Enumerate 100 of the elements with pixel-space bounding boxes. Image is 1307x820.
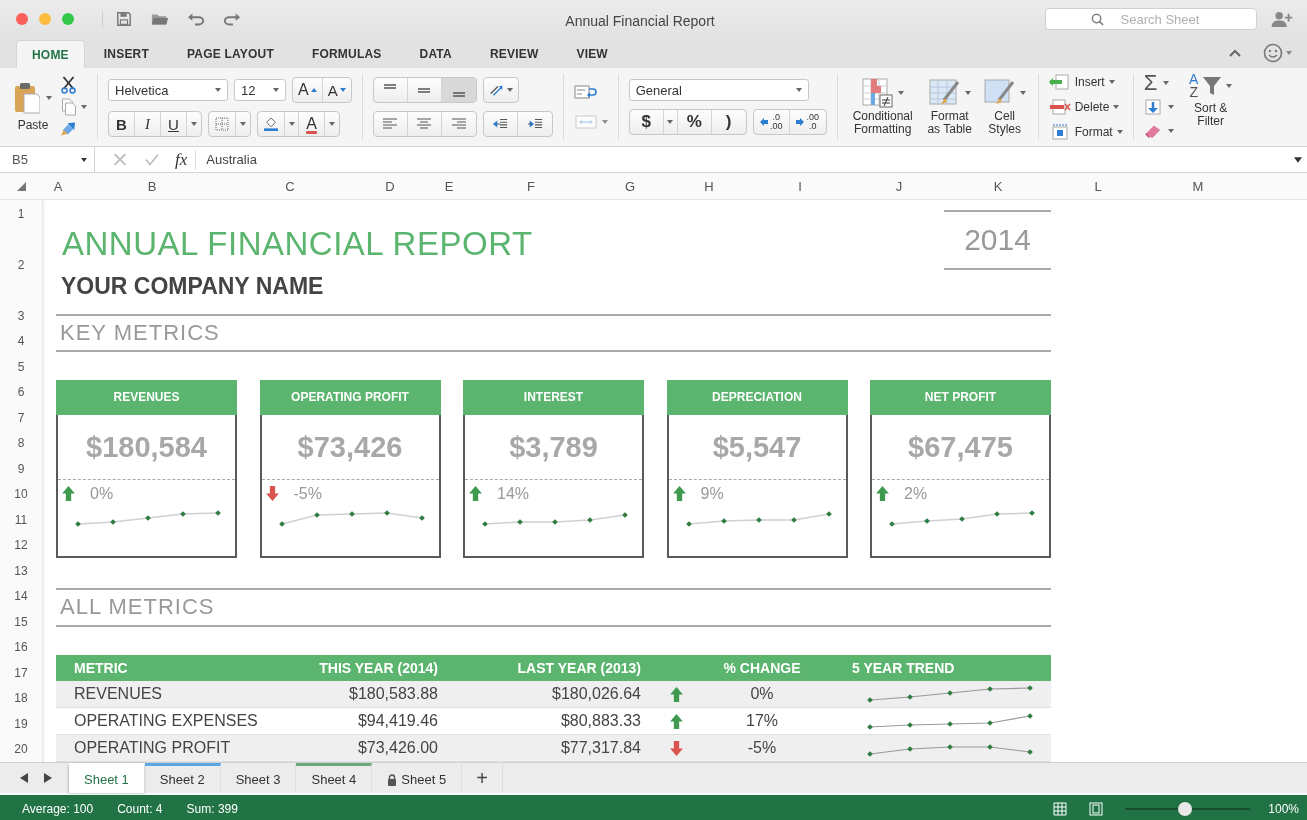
merge-cells-icon[interactable] <box>573 114 598 130</box>
add-sheet-button[interactable]: + <box>462 763 503 793</box>
ribbon-tab[interactable]: HOME <box>16 40 85 68</box>
row-number[interactable]: 3 <box>17 308 25 323</box>
card-value: $73,426 <box>261 414 439 480</box>
name-box[interactable]: B5 <box>0 146 95 173</box>
previous-sheet-icon[interactable] <box>20 773 28 783</box>
ribbon-tab[interactable]: REVIEW <box>470 40 558 68</box>
row-number[interactable]: 11 <box>14 512 28 527</box>
page-view-icon[interactable] <box>1089 801 1104 816</box>
delete-cells-icon <box>1048 99 1071 115</box>
ribbon-tab[interactable]: FORMULAS <box>292 40 401 68</box>
sort-and-filter-button[interactable]: A Z Sort & Filter <box>1187 72 1234 128</box>
cells-button[interactable]: Insert <box>1048 71 1123 93</box>
column-header[interactable]: K <box>950 178 1046 194</box>
row-number[interactable]: 17 <box>14 665 28 680</box>
column-header[interactable]: C <box>230 178 350 194</box>
shrink-font-button[interactable]: A <box>322 78 351 102</box>
column-header[interactable]: E <box>430 178 468 194</box>
row-number[interactable]: 14 <box>14 589 28 604</box>
close-button[interactable] <box>16 13 28 25</box>
ribbon-tab[interactable]: DATA <box>400 40 471 68</box>
column-header[interactable]: A <box>42 178 74 194</box>
smiley-icon[interactable] <box>1263 43 1293 63</box>
italic-button[interactable]: I <box>135 112 161 136</box>
percent-button[interactable]: % <box>677 110 712 134</box>
column-header[interactable]: H <box>666 178 752 194</box>
row-number[interactable]: 2 <box>17 258 25 272</box>
next-sheet-icon[interactable] <box>44 773 52 783</box>
decrease-decimal-button[interactable]: .00 .0 <box>789 110 826 134</box>
column-header[interactable]: F <box>468 178 594 194</box>
caret-icon[interactable] <box>1294 156 1302 163</box>
ribbon-tab[interactable]: PAGE LAYOUT <box>168 40 293 68</box>
ribbon-tab[interactable]: VIEW <box>557 40 627 68</box>
formula-input[interactable]: Australia <box>196 152 1294 167</box>
row-number[interactable]: 13 <box>14 563 28 578</box>
autosum-button[interactable]: Σ <box>1143 72 1174 94</box>
ribbon-tab[interactable]: INSERT <box>84 40 169 68</box>
cells-button[interactable]: Format <box>1048 121 1123 143</box>
report-title: ANNUAL FINANCIAL REPORT <box>61 224 533 264</box>
column-header[interactable]: G <box>594 178 666 194</box>
font-size-dropdown[interactable]: 12 <box>234 79 286 101</box>
fill-button[interactable] <box>1143 96 1174 118</box>
search-field[interactable]: Search Sheet <box>1045 8 1257 30</box>
check-icon[interactable] <box>145 153 159 166</box>
insert-function-button[interactable]: fx <box>171 149 197 170</box>
zoom-slider-thumb[interactable] <box>1178 801 1193 816</box>
cells-button[interactable]: Delete <box>1048 96 1123 118</box>
row-number[interactable]: 10 <box>14 487 28 502</box>
row-number[interactable]: 16 <box>14 640 28 655</box>
align-bottom-button[interactable] <box>441 78 476 102</box>
row-number[interactable]: 8 <box>17 436 25 451</box>
row-number[interactable]: 19 <box>14 716 28 731</box>
row-number[interactable]: 1 <box>17 206 25 221</box>
styles-button[interactable]: Cell Styles <box>981 78 1028 136</box>
save-icon[interactable] <box>115 11 133 27</box>
styles-button[interactable]: Conditional Formatting <box>847 78 918 136</box>
row-number[interactable]: 4 <box>17 334 25 349</box>
row-number[interactable]: 18 <box>14 691 28 706</box>
row-number[interactable]: 20 <box>14 742 28 757</box>
row-number[interactable]: 15 <box>14 614 28 629</box>
undo-icon[interactable] <box>187 11 205 27</box>
column-header[interactable]: I <box>752 178 848 194</box>
redo-icon[interactable] <box>223 11 241 27</box>
row-number[interactable]: 7 <box>17 410 25 425</box>
column-header[interactable]: J <box>848 178 950 194</box>
comma-style-button[interactable]: ) <box>711 110 746 134</box>
currency-button[interactable]: $ <box>629 110 664 134</box>
sheet-tab[interactable]: Sheet 5 <box>372 763 463 793</box>
column-header[interactable]: L <box>1046 178 1150 194</box>
angled-arrow-icon <box>488 83 505 97</box>
zoom-slider[interactable] <box>1125 801 1251 816</box>
styles-button[interactable]: Format as Table <box>921 78 978 136</box>
left-arrow-icon <box>759 118 768 126</box>
paste-button[interactable]: Paste <box>14 82 52 132</box>
row-number[interactable]: 9 <box>17 461 25 476</box>
chevron-up-icon[interactable] <box>1229 49 1241 57</box>
column-header[interactable]: M <box>1150 178 1246 194</box>
card-change: 14% <box>497 484 530 503</box>
sheet-tab[interactable]: Sheet 3 <box>220 763 297 793</box>
report-year: 2014 <box>944 210 1051 270</box>
row-number[interactable]: 5 <box>17 359 25 374</box>
scissors-icon[interactable] <box>60 76 77 94</box>
row-number[interactable]: 6 <box>17 385 25 400</box>
increase-decimal-button[interactable]: .0 .00 <box>753 110 790 134</box>
grow-font-button[interactable]: A <box>293 78 323 102</box>
underline-button[interactable]: U <box>161 112 187 136</box>
number-format-dropdown[interactable]: General <box>628 79 809 101</box>
row-number[interactable]: 12 <box>14 538 28 553</box>
select-all-icon[interactable] <box>16 181 26 191</box>
grid-view-icon[interactable] <box>1053 801 1068 816</box>
sheet-tab[interactable]: Sheet 1 <box>68 763 145 793</box>
bold-button[interactable]: B <box>109 112 135 136</box>
column-header[interactable]: D <box>350 178 430 194</box>
paintbrush-icon[interactable] <box>60 120 77 138</box>
add-person-icon[interactable] <box>1271 10 1293 28</box>
column-heading: 5 YEAR TREND <box>851 660 956 676</box>
wrap-text-icon[interactable] <box>573 84 598 100</box>
font-family-dropdown[interactable]: Helvetica <box>108 79 228 101</box>
column-header[interactable]: B <box>74 178 230 194</box>
